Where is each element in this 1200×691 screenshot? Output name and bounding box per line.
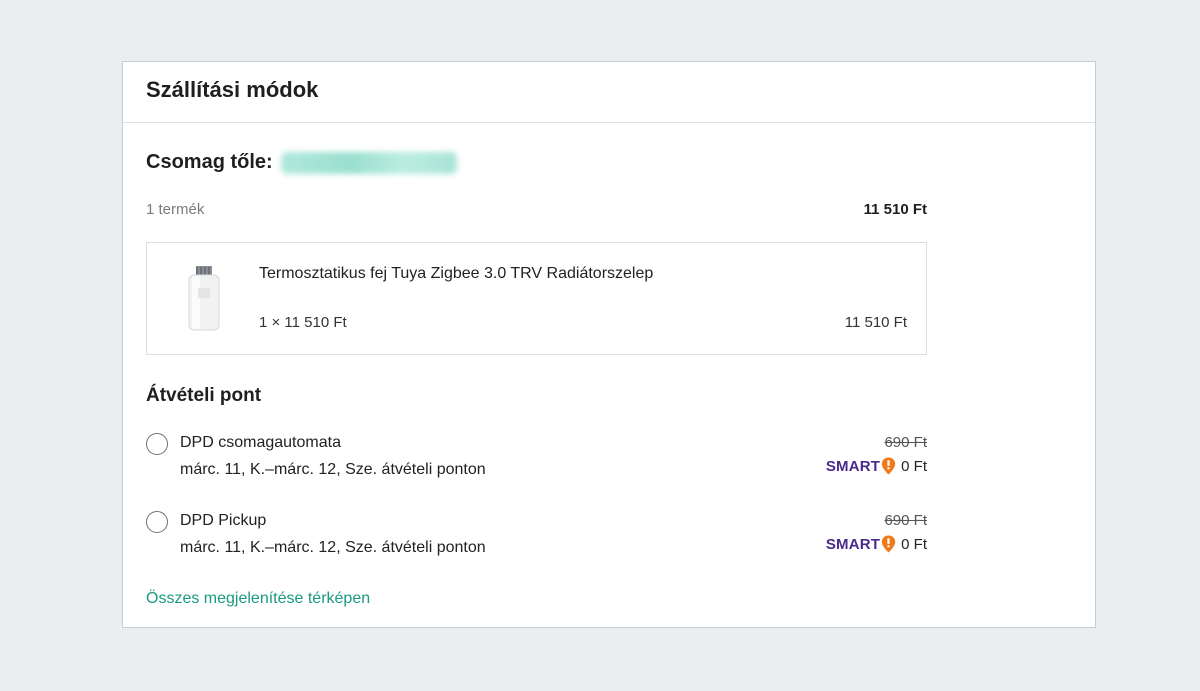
card-title: Szállítási módok — [146, 77, 319, 102]
pickup-section-title: Átvételi pont — [146, 385, 262, 406]
smart-price-row: SMART 0 Ft — [826, 457, 927, 475]
product-quantity-price: 1 × 11 510 Ft — [259, 314, 347, 331]
radio-dpd-pickup[interactable] — [146, 511, 168, 533]
package-from-label: Csomag tőle: — [146, 151, 273, 173]
option-delivery-date: márc. 11, K.–márc. 12, Sze. átvételi pon… — [180, 539, 486, 556]
smart-pin-icon — [881, 457, 896, 475]
radio-dpd-locker[interactable] — [146, 433, 168, 455]
package-total: 11 510 Ft — [863, 201, 927, 218]
show-all-on-map-link[interactable]: Összes megjelenítése térképen — [146, 590, 370, 608]
product-name[interactable]: Termosztatikus fej Tuya Zigbee 3.0 TRV R… — [259, 265, 653, 283]
option-name: DPD Pickup — [180, 512, 267, 529]
option-name: DPD csomagautomata — [180, 434, 341, 451]
option-original-price: 690 Ft — [884, 434, 927, 451]
package-summary-row: 1 termék 11 510 Ft — [146, 201, 927, 218]
seller-name-blurred[interactable] — [280, 151, 457, 174]
smart-price: 0 Ft — [901, 535, 927, 553]
card-header: Szállítási módok — [123, 62, 1095, 123]
product-item: Termosztatikus fej Tuya Zigbee 3.0 TRV R… — [146, 242, 927, 355]
item-count: 1 termék — [146, 201, 205, 218]
shipping-option-dpd-locker[interactable]: DPD csomagautomata márc. 11, K.–márc. 12… — [146, 433, 927, 483]
shipping-methods-card: Szállítási módok Csomag tőle: 1 termék 1… — [122, 61, 1096, 628]
smart-pin-icon — [881, 535, 896, 553]
smart-logo-text: SMART — [825, 457, 881, 475]
smart-logo-text: SMART — [825, 535, 881, 553]
smart-price: 0 Ft — [901, 457, 927, 475]
option-original-price: 690 Ft — [884, 512, 927, 529]
product-line-total: 11 510 Ft — [844, 314, 907, 331]
package-seller-row: Csomag tőle: — [146, 151, 457, 174]
thermostat-head-image — [188, 266, 220, 331]
shipping-option-dpd-pickup[interactable]: DPD Pickup márc. 11, K.–márc. 12, Sze. á… — [146, 511, 927, 561]
smart-price-row: SMART 0 Ft — [826, 535, 927, 553]
option-delivery-date: márc. 11, K.–márc. 12, Sze. átvételi pon… — [180, 461, 486, 478]
